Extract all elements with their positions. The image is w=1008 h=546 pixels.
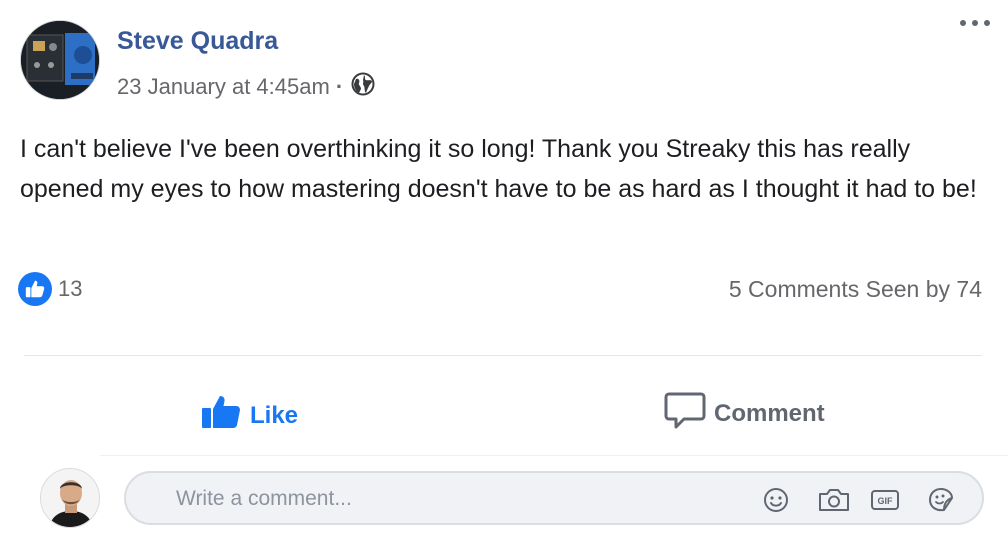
comment-input[interactable] (174, 473, 738, 525)
post-meta: 23 January at 4:45am · (117, 72, 375, 102)
more-options-icon[interactable] (960, 18, 990, 28)
like-reaction-icon (18, 272, 52, 306)
author-name[interactable]: Steve Quadra (117, 27, 278, 56)
like-button[interactable]: Like (200, 394, 298, 437)
post-timestamp[interactable]: 23 January at 4:45am (117, 74, 330, 100)
comment-bubble-icon (664, 390, 706, 437)
globe-icon (351, 72, 375, 102)
more-dot (960, 20, 966, 26)
current-user-avatar-image (41, 469, 99, 527)
post-body: I can't believe I've been overthinking i… (20, 135, 977, 203)
more-dot (972, 20, 978, 26)
author-avatar[interactable] (20, 20, 100, 100)
emoji-icon[interactable] (762, 486, 790, 514)
author-avatar-image (21, 21, 99, 99)
sticker-icon[interactable] (924, 486, 958, 514)
thumbs-up-icon (200, 394, 242, 437)
camera-icon[interactable] (816, 486, 852, 514)
meta-separator: · (335, 74, 344, 99)
gif-icon[interactable]: GIF (868, 486, 902, 514)
reactions-summary[interactable]: 13 (18, 272, 82, 306)
more-dot (984, 20, 990, 26)
like-label: Like (250, 401, 299, 429)
comment-label: Comment (714, 399, 825, 427)
comment-input-box[interactable]: GIF (124, 471, 984, 525)
current-user-avatar[interactable] (40, 468, 100, 528)
divider (24, 355, 982, 356)
comments-seen-stats[interactable]: 5 Comments Seen by 74 (729, 276, 982, 303)
composer-divider (100, 455, 1008, 456)
svg-text:GIF: GIF (878, 496, 894, 506)
comment-button[interactable]: Comment (664, 390, 825, 437)
reaction-count: 13 (58, 276, 83, 301)
